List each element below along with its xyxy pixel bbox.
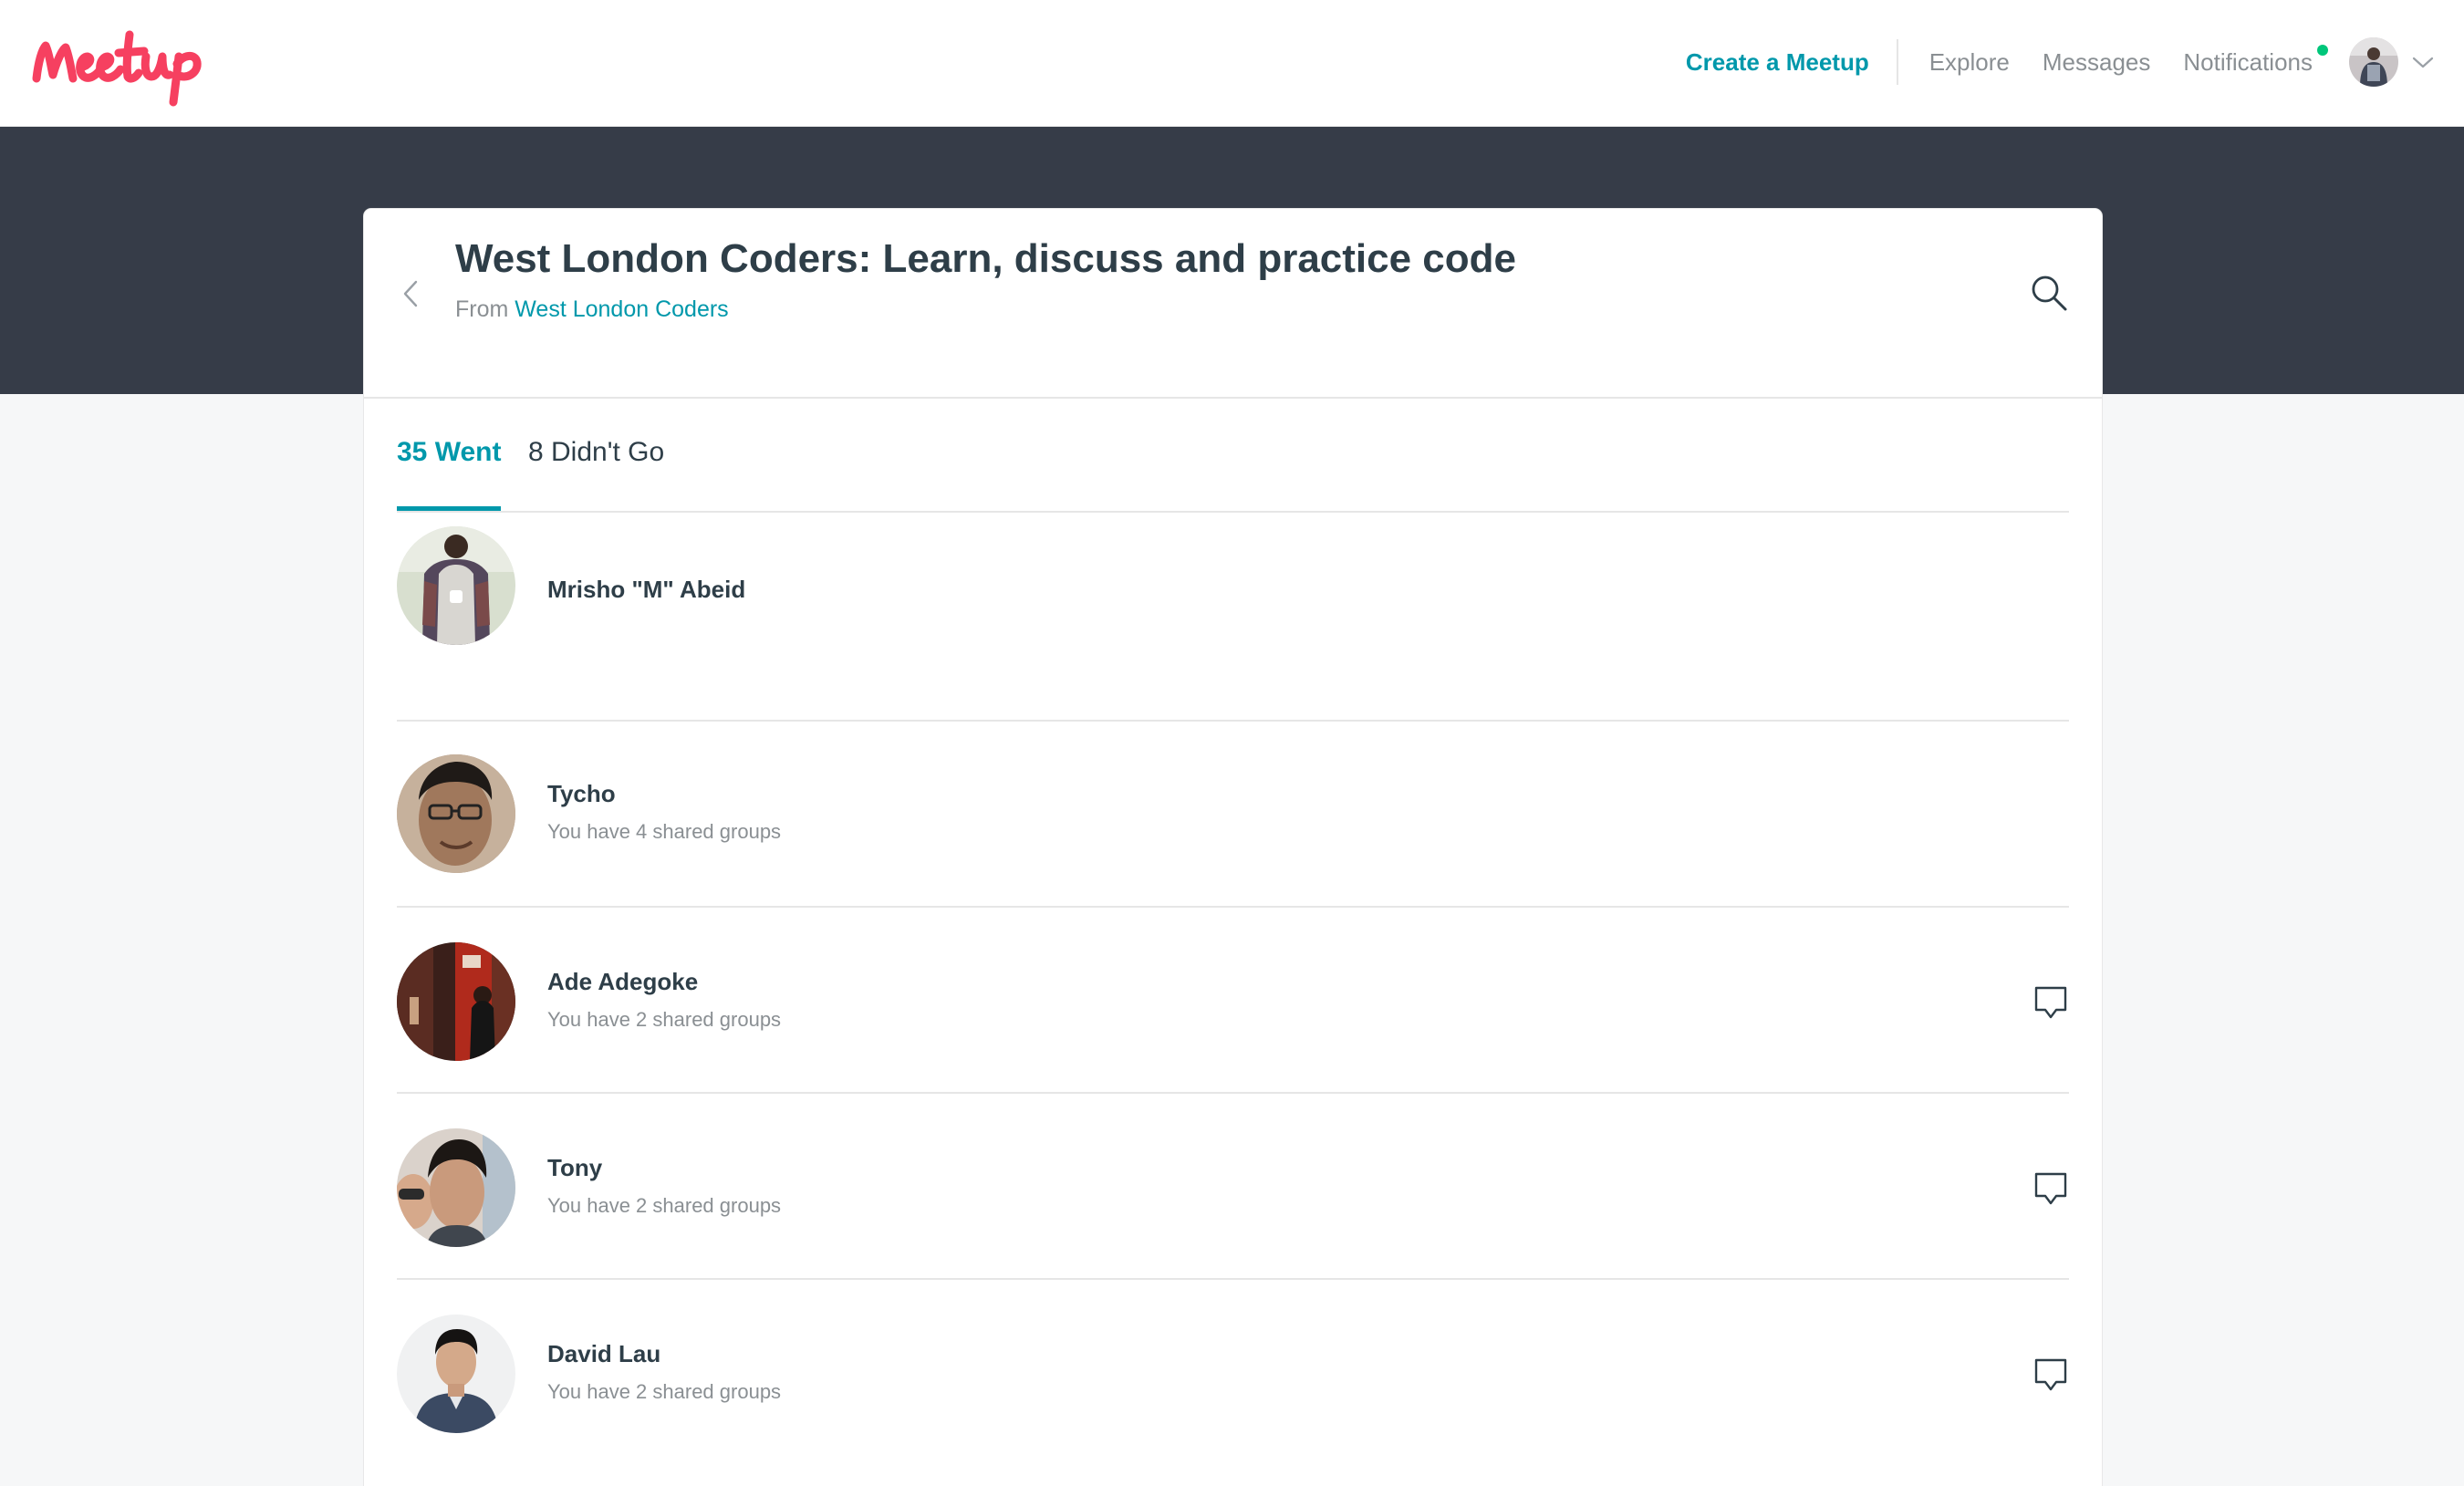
from-label: From: [455, 296, 509, 322]
attendee-name[interactable]: Ade Adegoke: [547, 968, 698, 996]
event-title[interactable]: West London Coders: Learn, discuss and p…: [455, 236, 1516, 282]
attendee-card: West London Coders: Learn, discuss and p…: [364, 209, 2102, 1486]
top-navigation: Create a Meetup Explore Messages Notific…: [0, 0, 2464, 127]
group-link[interactable]: West London Coders: [515, 296, 728, 322]
attendee-row[interactable]: Tony You have 2 shared groups: [397, 1094, 2069, 1280]
attendee-row[interactable]: Ade Adegoke You have 2 shared groups: [397, 908, 2069, 1094]
notification-dot: [2317, 44, 2328, 56]
attendee-name[interactable]: Tony: [547, 1154, 602, 1182]
attendee-name[interactable]: David Lau: [547, 1340, 660, 1368]
chat-bubble-icon[interactable]: [2033, 1170, 2069, 1209]
chevron-down-icon[interactable]: [2411, 54, 2435, 70]
shared-groups-text: You have 2 shared groups: [547, 1008, 782, 1031]
event-header: West London Coders: Learn, discuss and p…: [364, 209, 2102, 399]
attendee-name[interactable]: Mrisho "M" Abeid: [547, 576, 745, 604]
attendee-avatar[interactable]: [397, 1128, 515, 1247]
attendance-tabs: 35 Went 8 Didn't Go: [397, 400, 2069, 513]
messages-link[interactable]: Messages: [2043, 48, 2151, 77]
chat-bubble-icon[interactable]: [2033, 1356, 2069, 1395]
attendee-list: Mrisho "M" Abeid Tycho You have 4 shared…: [397, 526, 2069, 1466]
event-group-line: From West London Coders: [455, 296, 729, 323]
chevron-left-icon[interactable]: [400, 278, 421, 309]
attendee-avatar[interactable]: [397, 942, 515, 1061]
attendee-row[interactable]: David Lau You have 2 shared groups: [397, 1280, 2069, 1466]
attendee-avatar[interactable]: [397, 526, 515, 645]
attendee-row[interactable]: Mrisho "M" Abeid: [397, 526, 2069, 722]
meetup-logo[interactable]: [31, 22, 241, 109]
shared-groups-text: You have 2 shared groups: [547, 1194, 782, 1217]
attendee-avatar[interactable]: [397, 1315, 515, 1433]
attendee-avatar[interactable]: [397, 754, 515, 873]
attendee-row[interactable]: Tycho You have 4 shared groups: [397, 722, 2069, 908]
tab-didnt-go[interactable]: 8 Didn't Go: [528, 400, 664, 509]
explore-link[interactable]: Explore: [1929, 48, 2010, 77]
nav-divider: [1896, 39, 1898, 85]
attendee-name[interactable]: Tycho: [547, 780, 616, 808]
user-avatar[interactable]: [2349, 37, 2398, 87]
notifications-label: Notifications: [2183, 47, 2313, 76]
search-icon[interactable]: [2029, 273, 2069, 313]
nav-links: Create a Meetup Explore Messages Notific…: [1686, 0, 2435, 124]
tab-went[interactable]: 35 Went: [397, 400, 502, 511]
chat-bubble-icon[interactable]: [2033, 984, 2069, 1023]
notifications-link[interactable]: Notifications: [2183, 44, 2328, 77]
shared-groups-text: You have 2 shared groups: [547, 1380, 782, 1403]
create-meetup-link[interactable]: Create a Meetup: [1686, 48, 1897, 77]
shared-groups-text: You have 4 shared groups: [547, 820, 782, 843]
